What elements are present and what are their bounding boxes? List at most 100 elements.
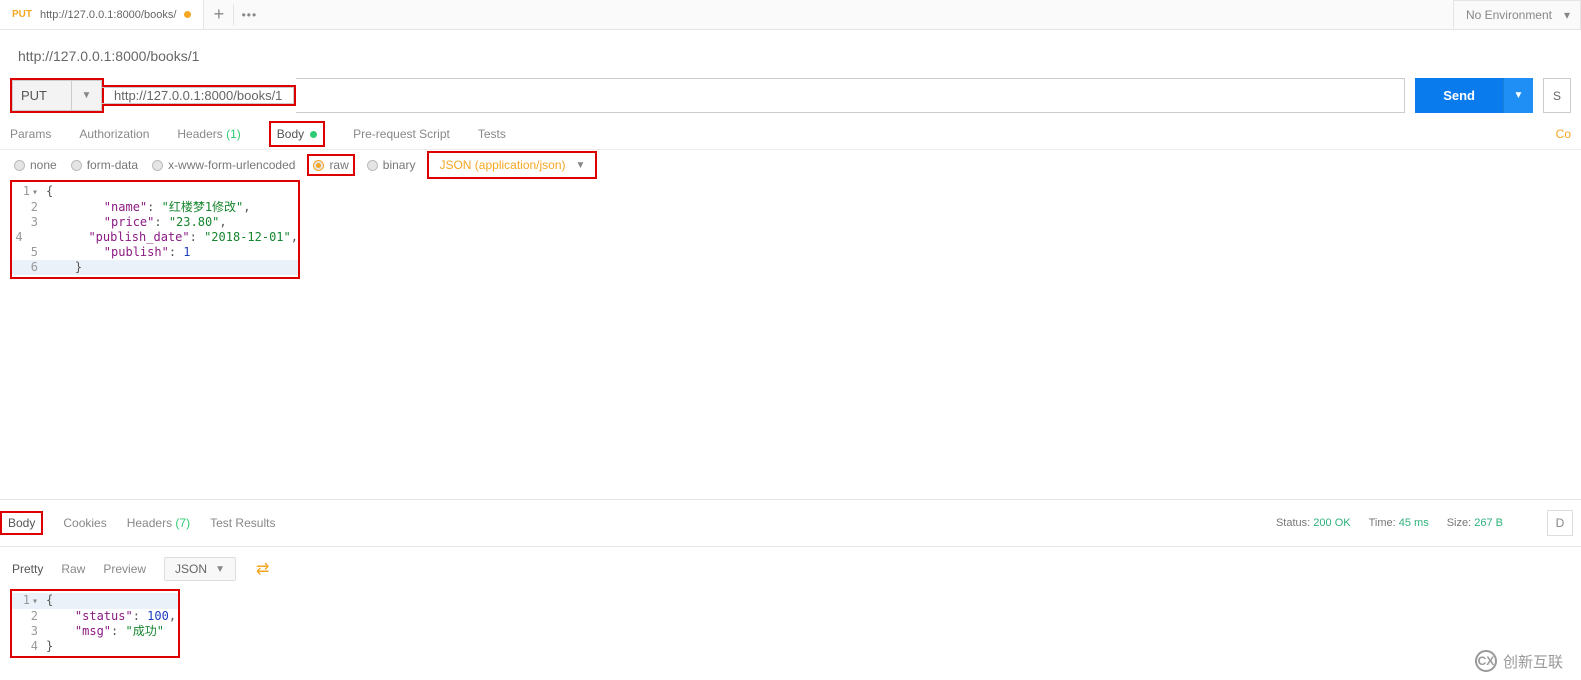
- tab-params[interactable]: Params: [10, 127, 51, 141]
- url-input-rest[interactable]: [296, 78, 1405, 113]
- line-num: 4: [12, 230, 31, 245]
- response-body-viewer[interactable]: 1▾{ 2 "status": 100, 3 "msg": "成功" 4}: [10, 589, 180, 658]
- request-section-tabs: Params Authorization Headers (1) Body Pr…: [0, 113, 1581, 150]
- tab-authorization[interactable]: Authorization: [79, 127, 149, 141]
- json-key: "name": [104, 200, 147, 214]
- headers-count: (1): [226, 127, 241, 141]
- tab-title: http://127.0.0.1:8000/books/: [40, 9, 176, 21]
- line-num: 1: [23, 593, 30, 607]
- json-number: 1: [183, 245, 190, 259]
- new-tab-button[interactable]: +: [204, 4, 234, 25]
- code-text: }: [46, 639, 53, 654]
- response-tab-cookies[interactable]: Cookies: [63, 516, 106, 530]
- json-number: 100: [147, 609, 169, 623]
- response-headers-label: Headers: [127, 516, 172, 530]
- send-button[interactable]: Send: [1415, 78, 1503, 113]
- save-button[interactable]: S: [1543, 78, 1571, 113]
- response-meta: Status: 200 OK Time: 45 ms Size: 267 B: [1276, 517, 1515, 529]
- tab-method: PUT: [12, 9, 32, 20]
- line-num: 4: [12, 639, 46, 654]
- line-num: 3: [12, 215, 46, 230]
- watermark: CX 创新互联: [1475, 650, 1563, 672]
- view-preview[interactable]: Preview: [103, 562, 146, 576]
- json-key: "publish": [104, 245, 169, 259]
- method-selector[interactable]: PUT: [12, 80, 72, 111]
- tab-headers[interactable]: Headers (1): [177, 127, 240, 141]
- radio-formdata-label: form-data: [87, 158, 138, 172]
- content-type-select[interactable]: JSON (application/json): [439, 158, 565, 172]
- response-tab-headers[interactable]: Headers (7): [127, 516, 190, 530]
- tab-more-button[interactable]: •••: [234, 8, 264, 22]
- radio-none[interactable]: none: [14, 158, 57, 172]
- view-raw[interactable]: Raw: [61, 562, 85, 576]
- url-row: PUT ▼ http://127.0.0.1:8000/books/1 Send…: [0, 78, 1581, 113]
- code-text: {: [46, 184, 53, 200]
- unsaved-dot-icon: [184, 11, 191, 18]
- radio-xwww[interactable]: x-www-form-urlencoded: [152, 158, 295, 172]
- json-key: "price": [104, 215, 155, 229]
- request-body-editor[interactable]: 1▾{ 2 "name": "红楼梦1修改", 3 "price": "23.8…: [10, 180, 300, 279]
- radio-raw-label: raw: [329, 158, 348, 172]
- response-lang-select[interactable]: JSON ▼: [164, 557, 236, 581]
- response-body-highlight: Body: [0, 511, 43, 535]
- spacer: [0, 279, 1581, 499]
- response-tabs: Body Cookies Headers (7) Test Results St…: [0, 499, 1581, 547]
- line-num: 5: [12, 245, 46, 260]
- status: Status: 200 OK: [1276, 517, 1351, 529]
- code-text: }: [75, 260, 82, 274]
- url-input-highlight: http://127.0.0.1:8000/books/1: [102, 85, 296, 106]
- line-num: 1: [23, 184, 30, 198]
- radio-none-label: none: [30, 158, 57, 172]
- response-lang-label: JSON: [175, 562, 207, 576]
- response-tab-body[interactable]: Body: [8, 516, 35, 530]
- environment-select[interactable]: No Environment: [1453, 0, 1581, 30]
- chevron-down-icon[interactable]: ▼: [576, 160, 586, 171]
- body-type-row: none form-data x-www-form-urlencoded raw…: [0, 150, 1581, 180]
- code-text: {: [46, 593, 53, 609]
- chevron-down-icon: ▼: [215, 564, 225, 575]
- time: Time: 45 ms: [1369, 517, 1429, 529]
- cookies-link[interactable]: Co: [1556, 127, 1571, 141]
- line-num: 2: [12, 609, 46, 624]
- response-headers-count: (7): [175, 516, 190, 530]
- request-name: http://127.0.0.1:8000/books/1: [0, 30, 1581, 78]
- response-view-row: Pretty Raw Preview JSON ▼ ⇄: [0, 547, 1581, 587]
- tab-tests[interactable]: Tests: [478, 127, 506, 141]
- tab-prerequest[interactable]: Pre-request Script: [353, 127, 450, 141]
- method-dropdown-icon[interactable]: ▼: [72, 80, 102, 111]
- method-selector-highlight: PUT ▼: [10, 78, 104, 113]
- view-pretty[interactable]: Pretty: [12, 562, 43, 576]
- tab-body[interactable]: Body: [277, 127, 304, 141]
- response-tab-testresults[interactable]: Test Results: [210, 516, 275, 530]
- url-input[interactable]: http://127.0.0.1:8000/books/1: [114, 88, 282, 103]
- radio-raw[interactable]: raw: [313, 158, 348, 172]
- watermark-logo-icon: CX: [1475, 650, 1497, 672]
- radio-xwww-label: x-www-form-urlencoded: [168, 158, 295, 172]
- json-string: "23.80": [169, 215, 220, 229]
- request-tab[interactable]: PUT http://127.0.0.1:8000/books/: [0, 0, 204, 29]
- json-string: "2018-12-01": [204, 230, 291, 244]
- wrap-icon[interactable]: ⇄: [256, 559, 269, 579]
- line-num: 3: [12, 624, 46, 639]
- watermark-text: 创新互联: [1503, 651, 1563, 672]
- line-num: 6: [12, 260, 46, 275]
- json-key: "msg": [75, 624, 111, 638]
- content-type-highlight: JSON (application/json) ▼: [427, 151, 597, 179]
- radio-formdata[interactable]: form-data: [71, 158, 138, 172]
- tab-headers-label: Headers: [177, 127, 222, 141]
- json-key: "status": [75, 609, 133, 623]
- download-icon[interactable]: D: [1547, 510, 1573, 536]
- json-key: "publish_date": [88, 230, 189, 244]
- radio-raw-highlight: raw: [307, 154, 354, 176]
- line-num: 2: [12, 200, 46, 215]
- tab-body-highlight: Body: [269, 121, 325, 147]
- body-indicator-icon: [310, 131, 317, 138]
- json-string: "红楼梦1修改": [162, 200, 244, 214]
- radio-binary[interactable]: binary: [367, 158, 416, 172]
- radio-binary-label: binary: [383, 158, 416, 172]
- json-string: "成功": [125, 624, 163, 638]
- tab-bar: PUT http://127.0.0.1:8000/books/ + ••• N…: [0, 0, 1581, 30]
- send-dropdown-icon[interactable]: ▼: [1503, 78, 1533, 113]
- size: Size: 267 B: [1447, 517, 1503, 529]
- environment-label: No Environment: [1466, 8, 1552, 22]
